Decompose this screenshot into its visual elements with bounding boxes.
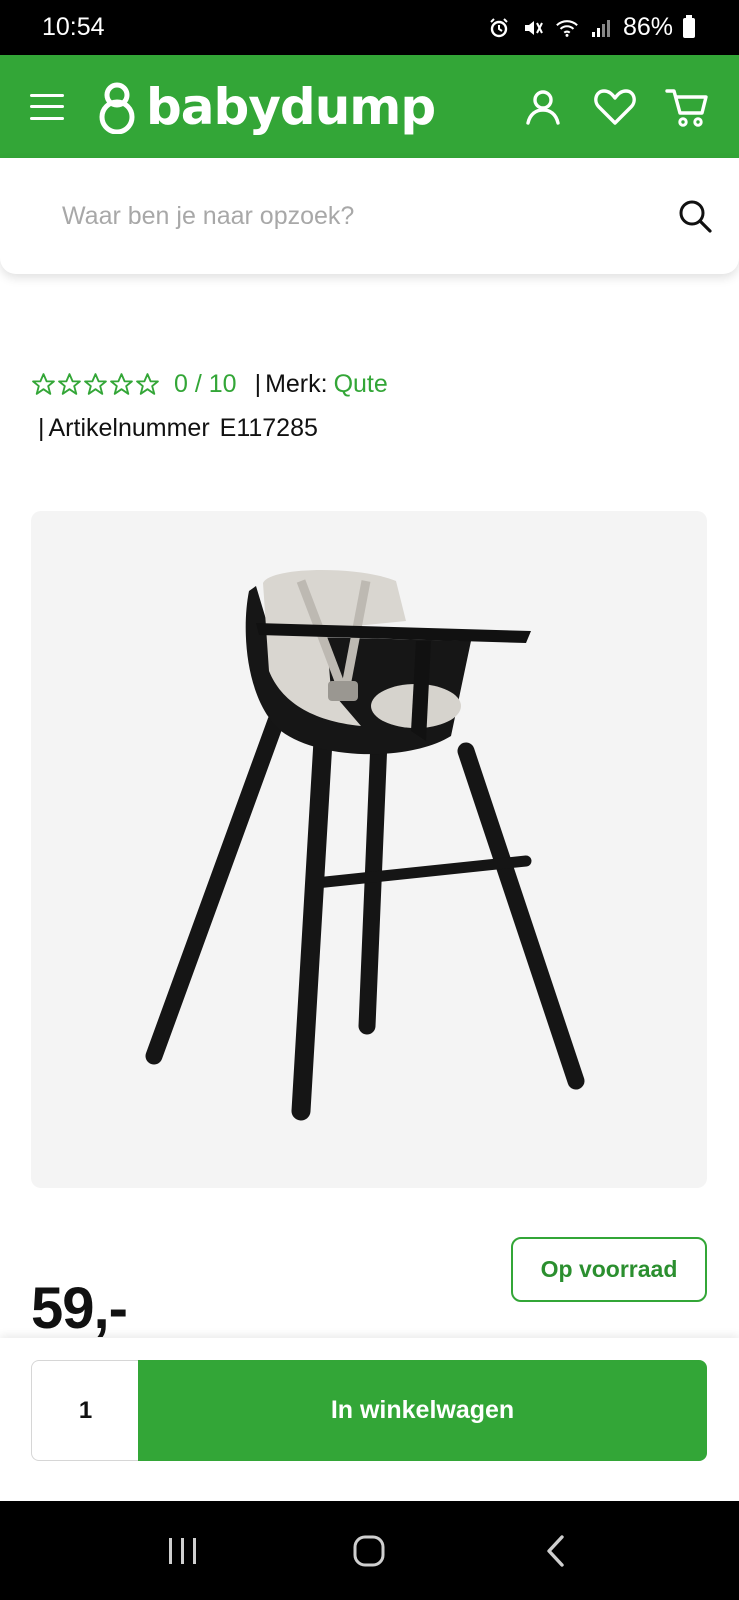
alarm-icon	[487, 16, 511, 40]
brand-label: Merk:	[265, 370, 328, 398]
separator: |	[254, 370, 262, 398]
cart-icon[interactable]	[665, 85, 709, 129]
product-meta-line: 0 / 10 | Merk: Qute	[31, 370, 388, 399]
star-empty-icon	[136, 373, 159, 395]
purchase-bar: 1 In winkelwagen	[0, 1338, 739, 1501]
star-empty-icon	[58, 373, 81, 395]
site-logo[interactable]: babydump	[96, 77, 436, 136]
add-to-cart-button[interactable]: In winkelwagen	[138, 1360, 707, 1461]
home-icon[interactable]	[339, 1521, 399, 1581]
logo-text: babydump	[146, 77, 436, 136]
product-image[interactable]	[31, 511, 707, 1188]
recent-apps-icon[interactable]	[153, 1521, 213, 1581]
star-empty-icon	[110, 373, 133, 395]
search-input[interactable]	[62, 201, 675, 231]
article-number-label: Artikelnummer	[48, 414, 210, 442]
search-bar	[0, 158, 739, 274]
account-icon[interactable]	[521, 85, 565, 129]
star-empty-icon	[32, 373, 55, 395]
high-chair-illustration	[145, 569, 585, 1121]
system-nav-bar	[0, 1501, 739, 1600]
quantity-field[interactable]: 1	[31, 1360, 139, 1461]
site-header: babydump	[0, 55, 739, 158]
rating-stars[interactable]	[31, 372, 160, 397]
back-icon[interactable]	[526, 1521, 586, 1581]
star-empty-icon	[84, 373, 107, 395]
stock-status-badge: Op voorraad	[511, 1237, 707, 1302]
status-time: 10:54	[42, 13, 105, 41]
rating-score[interactable]: 0 / 10	[174, 370, 237, 399]
status-bar: 10:54 86%	[0, 0, 739, 55]
header-actions	[521, 85, 709, 129]
search-icon[interactable]	[675, 196, 715, 236]
product-price: 59,-	[31, 1276, 128, 1341]
brand-link[interactable]: Qute	[334, 370, 388, 399]
battery-icon	[683, 14, 695, 38]
battery-percent: 86%	[622, 13, 673, 41]
hamburger-icon[interactable]	[30, 90, 64, 124]
article-number-line: | Artikelnummer E117285	[38, 414, 318, 443]
mute-icon	[521, 16, 545, 40]
article-number-value: E117285	[219, 414, 318, 442]
logo-mark-icon	[99, 82, 135, 134]
wifi-icon	[555, 16, 579, 40]
status-icons: 86%	[487, 13, 695, 42]
heart-icon[interactable]	[593, 85, 637, 129]
separator: |	[38, 414, 45, 442]
signal-icon	[589, 16, 613, 40]
